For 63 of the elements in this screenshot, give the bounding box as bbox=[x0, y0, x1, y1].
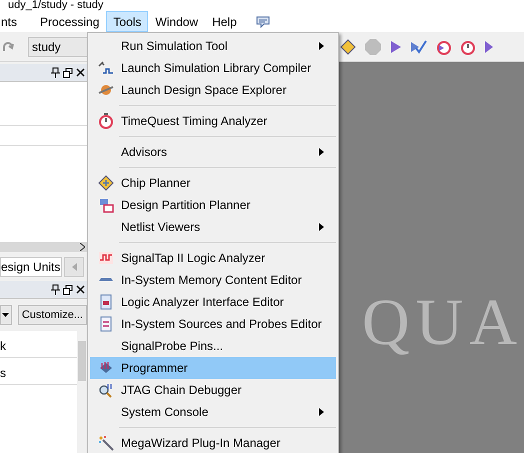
restore-icon[interactable] bbox=[63, 68, 73, 78]
pin-icon[interactable] bbox=[51, 284, 60, 295]
panel-tab[interactable]: esign Units bbox=[0, 256, 62, 276]
chip-icon bbox=[98, 175, 114, 191]
menu-item[interactable]: Launch Design Space Explorer bbox=[90, 79, 336, 101]
play-icon[interactable] bbox=[390, 40, 402, 54]
menu-item[interactable]: SignalTap II Logic Analyzer bbox=[90, 247, 336, 269]
close-icon[interactable] bbox=[76, 68, 85, 77]
chevron-right-icon[interactable] bbox=[80, 243, 85, 251]
menu-item[interactable]: Design Partition Planner bbox=[90, 194, 336, 216]
dropdown-button[interactable] bbox=[0, 305, 12, 325]
stopwatch-icon bbox=[98, 113, 114, 129]
pin-icon[interactable] bbox=[51, 67, 60, 78]
submenu-arrow-icon bbox=[319, 42, 324, 50]
menu-item[interactable]: Advisors bbox=[90, 141, 336, 163]
document-icon bbox=[98, 294, 114, 310]
menu-item[interactable]: JTAG Chain Debugger bbox=[90, 379, 336, 401]
project-combo[interactable]: study bbox=[28, 36, 88, 56]
menu-item[interactable]: Launch Simulation Library Compiler bbox=[90, 57, 336, 79]
waveform-icon bbox=[98, 60, 114, 76]
magic-wand-icon bbox=[98, 435, 114, 451]
play-check-icon[interactable] bbox=[410, 38, 428, 54]
restore-icon[interactable] bbox=[63, 284, 73, 294]
chip-icon[interactable] bbox=[340, 38, 356, 54]
submenu-arrow-icon bbox=[319, 408, 324, 416]
menu-item[interactable]: Programmer bbox=[90, 357, 336, 379]
triangle-left-icon bbox=[72, 262, 76, 270]
menu-title[interactable]: Processing bbox=[33, 11, 106, 32]
menu-item[interactable]: MegaWizard Plug-In Manager bbox=[90, 432, 336, 453]
comment-icon[interactable] bbox=[256, 16, 270, 28]
menu-title[interactable]: Window bbox=[148, 11, 206, 32]
menu-item[interactable]: Run Simulation Tool bbox=[90, 35, 336, 57]
list-row-text: s bbox=[0, 365, 6, 382]
menu-item[interactable]: In-System Memory Content Editor bbox=[90, 269, 336, 291]
menu-item[interactable]: Chip Planner bbox=[90, 172, 336, 194]
caret-icon bbox=[2, 313, 10, 317]
stopwatch-icon[interactable] bbox=[460, 38, 476, 54]
menu-item[interactable]: In-System Sources and Probes Editor bbox=[90, 313, 336, 335]
menu-item[interactable]: SignalProbe Pins... bbox=[90, 335, 336, 357]
submenu-arrow-icon bbox=[319, 148, 324, 156]
partition-icon bbox=[98, 197, 114, 213]
window-title: udy_1/study - study bbox=[8, 0, 104, 11]
customize-button[interactable]: Customize... bbox=[18, 305, 87, 325]
memory-icon bbox=[98, 278, 114, 282]
play-icon[interactable] bbox=[484, 40, 494, 54]
menu-item[interactable]: System Console bbox=[90, 401, 336, 423]
scrollbar[interactable] bbox=[77, 331, 87, 453]
logic-wave-icon bbox=[98, 250, 114, 266]
planet-icon bbox=[98, 82, 114, 98]
submenu-arrow-icon bbox=[319, 223, 324, 231]
menu-item[interactable]: TimeQuest Timing Analyzer bbox=[90, 110, 336, 132]
menu-item[interactable]: Netlist Viewers bbox=[90, 216, 336, 238]
document-icon bbox=[98, 316, 114, 332]
splash-text: QUA bbox=[362, 290, 524, 356]
menu-title[interactable]: Tools bbox=[106, 11, 148, 32]
stopwatch-icon[interactable] bbox=[436, 38, 452, 54]
programmer-icon bbox=[98, 360, 114, 376]
menu-title[interactable]: nts bbox=[0, 11, 24, 32]
close-icon[interactable] bbox=[76, 285, 85, 294]
menu-title[interactable]: Help bbox=[205, 11, 244, 32]
list-row-text: k bbox=[0, 338, 6, 355]
magnifier-icon bbox=[98, 382, 114, 398]
menu-item[interactable]: Logic Analyzer Interface Editor bbox=[90, 291, 336, 313]
